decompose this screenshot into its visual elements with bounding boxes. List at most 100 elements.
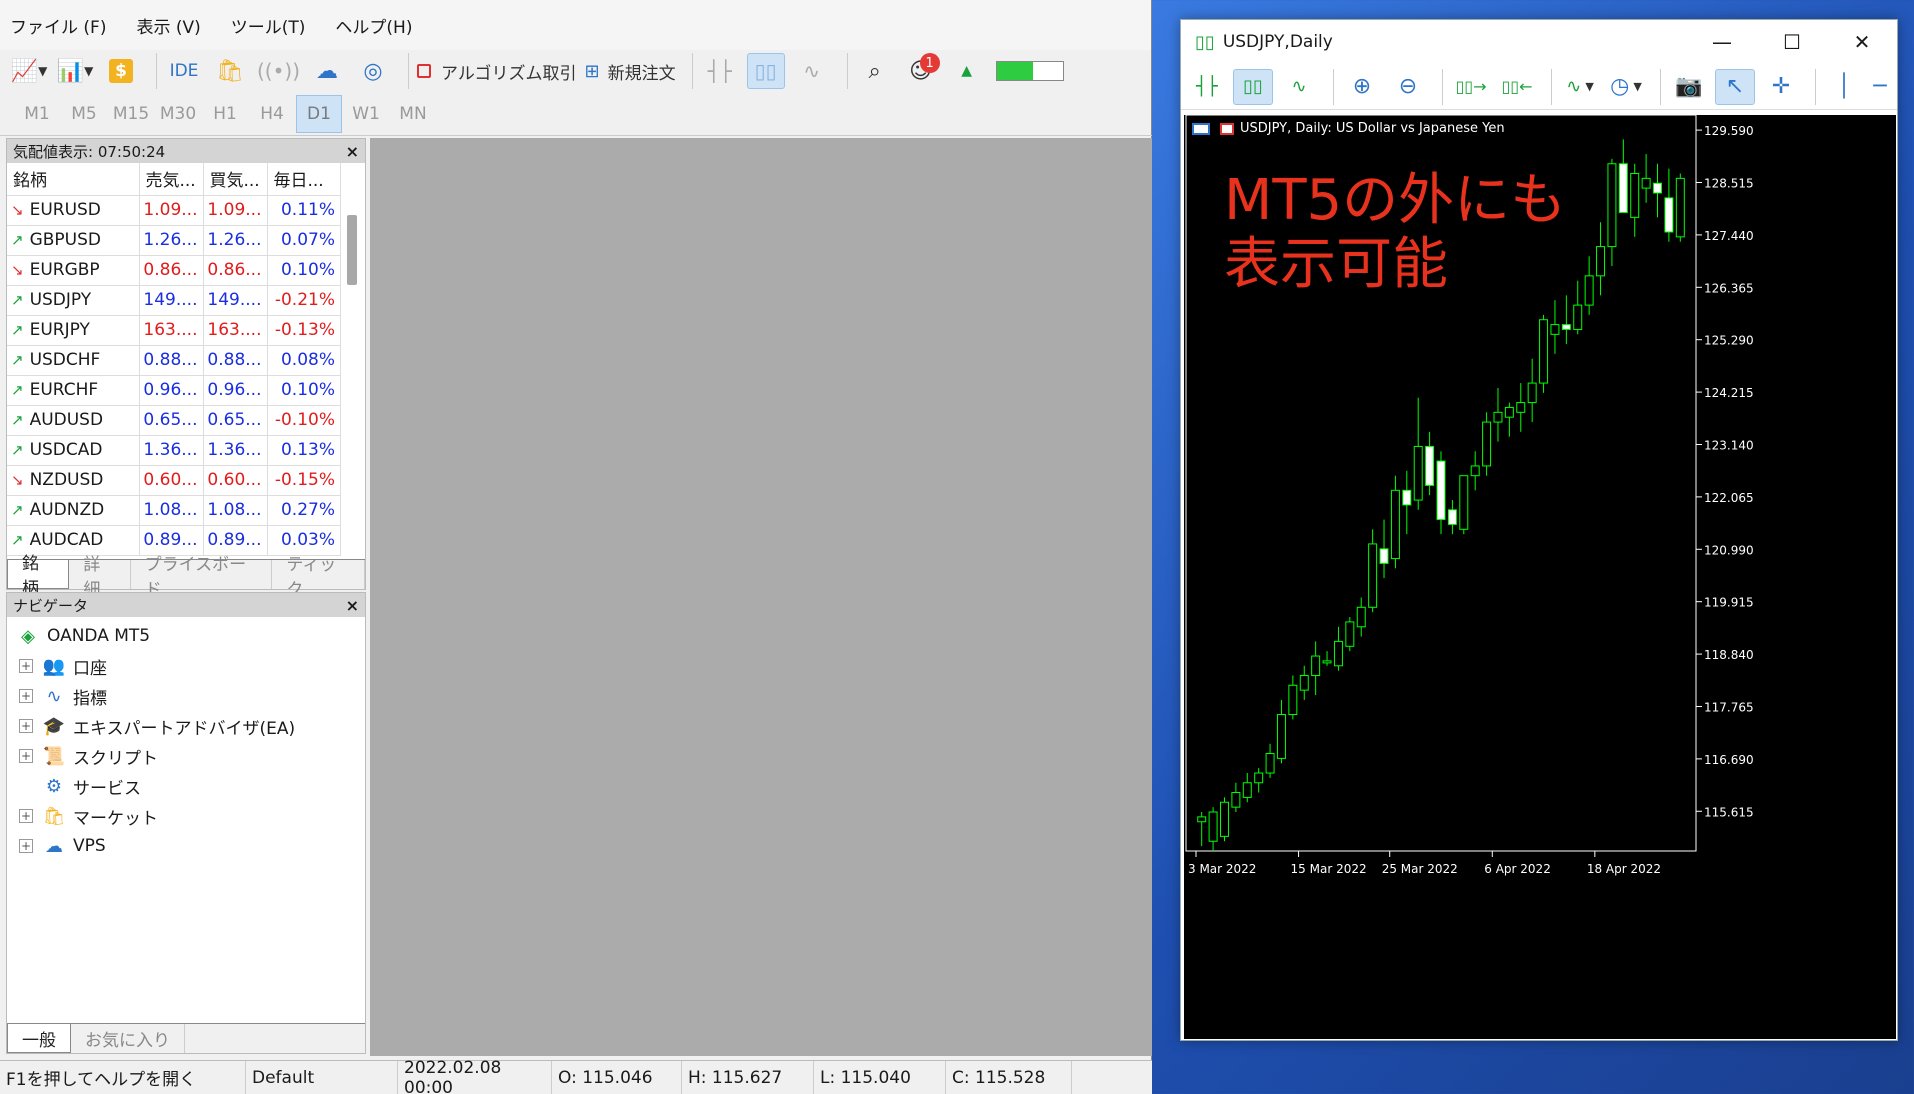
candle-body bbox=[1504, 406, 1514, 418]
nav-item-accounts[interactable]: + 👥 口座 bbox=[7, 651, 365, 681]
timeframe-m1[interactable]: M1 bbox=[14, 95, 60, 133]
chart-area[interactable]: 129.590 128.515 127.440 126.365 125.290 124.2… bbox=[1184, 114, 1896, 1039]
table-row[interactable]: ↘ EURGBP 0.86... 0.86... 0.10% bbox=[7, 255, 341, 286]
algo-trading-button[interactable]: アルゴリズム取引 bbox=[417, 53, 577, 89]
line-chart-button[interactable]: ∿ bbox=[793, 53, 831, 89]
market-button[interactable]: 🛍 bbox=[211, 53, 249, 89]
cursor-button[interactable]: ↖ bbox=[1715, 68, 1755, 105]
horizontal-line-button[interactable]: ─ bbox=[1870, 69, 1890, 105]
candle-body bbox=[1584, 275, 1594, 306]
table-row[interactable]: ↗ AUDUSD 0.65... 0.65... -0.10% bbox=[7, 405, 341, 436]
symbol-name: EURUSD bbox=[29, 200, 101, 220]
period-dropdown[interactable]: ◷ ▼ bbox=[1606, 69, 1646, 105]
column-header-symbol[interactable]: 銘柄 bbox=[7, 163, 140, 196]
zoom-out-button[interactable]: ⊖ bbox=[1388, 69, 1428, 105]
expand-icon[interactable]: + bbox=[19, 659, 33, 673]
status-profile[interactable]: Default bbox=[246, 1060, 398, 1094]
table-row[interactable]: ↘ NZDUSD 0.60... 0.60... -0.15% bbox=[7, 465, 341, 496]
expand-icon[interactable]: + bbox=[19, 809, 33, 823]
expand-icon[interactable]: + bbox=[19, 839, 33, 853]
table-row[interactable]: ↘ EURUSD 1.09... 1.09... 0.11% bbox=[7, 195, 341, 226]
table-row[interactable]: ↗ GBPUSD 1.26... 1.26... 0.07% bbox=[7, 225, 341, 256]
search-button[interactable]: ⌕ bbox=[856, 53, 894, 89]
minimize-icon[interactable]: — bbox=[1687, 30, 1757, 54]
change-cell: 0.08% bbox=[267, 345, 341, 376]
nav-item-scripts[interactable]: + 📜 スクリプト bbox=[7, 741, 365, 771]
candle-body bbox=[1561, 324, 1571, 330]
new-order-button[interactable]: ⊞ 新規注文 bbox=[585, 53, 676, 89]
nav-item-market[interactable]: + 🛍 マーケット bbox=[7, 801, 365, 831]
column-header-daily-change[interactable]: 毎日... bbox=[267, 163, 341, 196]
change-cell: 0.10% bbox=[267, 255, 341, 286]
tab-price-board[interactable]: プライスボード bbox=[131, 555, 273, 600]
crosshair-button[interactable]: ✛ bbox=[1761, 69, 1801, 105]
ask-cell: 1.08... bbox=[203, 495, 268, 526]
table-row[interactable]: ↗ AUDNZD 1.08... 1.08... 0.27% bbox=[7, 495, 341, 526]
add-signal-button[interactable]: ◎ bbox=[354, 53, 392, 89]
timeframe-h4[interactable]: H4 bbox=[249, 95, 295, 133]
chart-workspace bbox=[370, 138, 1152, 1056]
tab-general[interactable]: 一般 bbox=[7, 1024, 71, 1053]
expand-icon[interactable]: + bbox=[19, 719, 33, 733]
nav-item-experts[interactable]: + 🎓 エキスパートアドバイザ(EA) bbox=[7, 711, 365, 741]
zoom-in-button[interactable]: ⊕ bbox=[1342, 69, 1382, 105]
nav-item-vps[interactable]: + ☁ VPS bbox=[7, 831, 365, 861]
autoscroll-button[interactable]: ▯▯→ bbox=[1451, 69, 1491, 105]
candle-body bbox=[1265, 753, 1275, 774]
trading-button[interactable]: $ bbox=[102, 53, 140, 89]
timeframe-h1[interactable]: H1 bbox=[202, 95, 248, 133]
table-row[interactable]: ↗ USDJPY 149.... 149.... -0.21% bbox=[7, 285, 341, 316]
tab-symbols[interactable]: 銘柄 bbox=[7, 554, 70, 599]
nav-root[interactable]: ◈ OANDA MT5 bbox=[7, 621, 365, 651]
expand-icon[interactable]: + bbox=[19, 689, 33, 703]
close-icon[interactable]: × bbox=[346, 142, 359, 161]
column-header-bid[interactable]: 売気... bbox=[139, 163, 204, 196]
ide-button[interactable]: IDE bbox=[165, 53, 203, 89]
candle-body bbox=[1299, 675, 1309, 691]
menu-help[interactable]: ヘルプ(H) bbox=[335, 13, 412, 38]
notifications-button[interactable]: ☺ 1 bbox=[902, 53, 940, 89]
candle-chart-button[interactable]: ▯▯ bbox=[1233, 68, 1273, 105]
chart-window-titlebar[interactable]: ▯▯ USDJPY,Daily — ☐ ✕ bbox=[1181, 20, 1897, 64]
close-icon[interactable]: ✕ bbox=[1827, 30, 1897, 54]
bar-chart-button[interactable]: ┤├ bbox=[1187, 69, 1227, 105]
screenshot-button[interactable]: 📷 bbox=[1669, 69, 1709, 105]
nav-item-indicators[interactable]: + ∿ 指標 bbox=[7, 681, 365, 711]
vertical-line-button[interactable]: │ bbox=[1824, 69, 1864, 105]
candle-chart-button[interactable]: ▯▯ bbox=[746, 53, 785, 89]
table-row[interactable]: ↗ USDCAD 1.36... 1.36... 0.13% bbox=[7, 435, 341, 466]
tab-details[interactable]: 詳細 bbox=[69, 555, 131, 600]
scrollbar-thumb[interactable] bbox=[347, 215, 357, 285]
table-row[interactable]: ↗ EURJPY 163.... 163.... -0.13% bbox=[7, 315, 341, 346]
line-chart-button[interactable]: ∿ bbox=[1279, 69, 1319, 105]
timeframe-m5[interactable]: M5 bbox=[61, 95, 107, 133]
table-row[interactable]: ↗ USDCHF 0.88... 0.88... 0.08% bbox=[7, 345, 341, 376]
menu-file[interactable]: ファイル (F) bbox=[10, 13, 106, 38]
candle-body bbox=[1607, 163, 1617, 248]
symbol-cell: ↗ GBPUSD bbox=[7, 225, 140, 256]
chart-shift-button[interactable]: ▯▯← bbox=[1497, 69, 1537, 105]
timeframe-m30[interactable]: M30 bbox=[155, 95, 201, 133]
expand-icon[interactable]: + bbox=[19, 749, 33, 763]
chart-type-dropdown[interactable]: 📈 ▼ bbox=[10, 53, 48, 89]
bar-chart-button[interactable]: ┤├ bbox=[701, 53, 739, 89]
tab-ticks[interactable]: ティック bbox=[272, 555, 365, 600]
nav-item-services[interactable]: ⚙ サービス bbox=[7, 771, 365, 801]
column-header-ask[interactable]: 買気... bbox=[203, 163, 268, 196]
timeframe-mn[interactable]: MN bbox=[390, 95, 436, 133]
table-row[interactable]: ↗ EURCHF 0.96... 0.96... 0.10% bbox=[7, 375, 341, 406]
indicators-dropdown[interactable]: 📊 ▼ bbox=[56, 53, 94, 89]
vps-button[interactable]: ☁ bbox=[308, 53, 346, 89]
timeframe-w1[interactable]: W1 bbox=[343, 95, 389, 133]
indicators-dropdown[interactable]: ∿ ▼ bbox=[1560, 69, 1600, 105]
signals-button[interactable]: ((•)) bbox=[257, 53, 300, 89]
maximize-icon[interactable]: ☐ bbox=[1757, 30, 1827, 54]
menu-tools[interactable]: ツール(T) bbox=[231, 13, 306, 38]
close-icon[interactable]: × bbox=[346, 596, 359, 615]
timeframe-d1[interactable]: D1 bbox=[296, 94, 342, 133]
tab-favorites[interactable]: お気に入り bbox=[71, 1024, 185, 1053]
bid-cell: 0.96... bbox=[139, 375, 204, 406]
timeframe-m15[interactable]: M15 bbox=[108, 95, 154, 133]
graduation-cap-icon: 🎓 bbox=[42, 715, 66, 737]
menu-view[interactable]: 表示 (V) bbox=[136, 13, 200, 38]
